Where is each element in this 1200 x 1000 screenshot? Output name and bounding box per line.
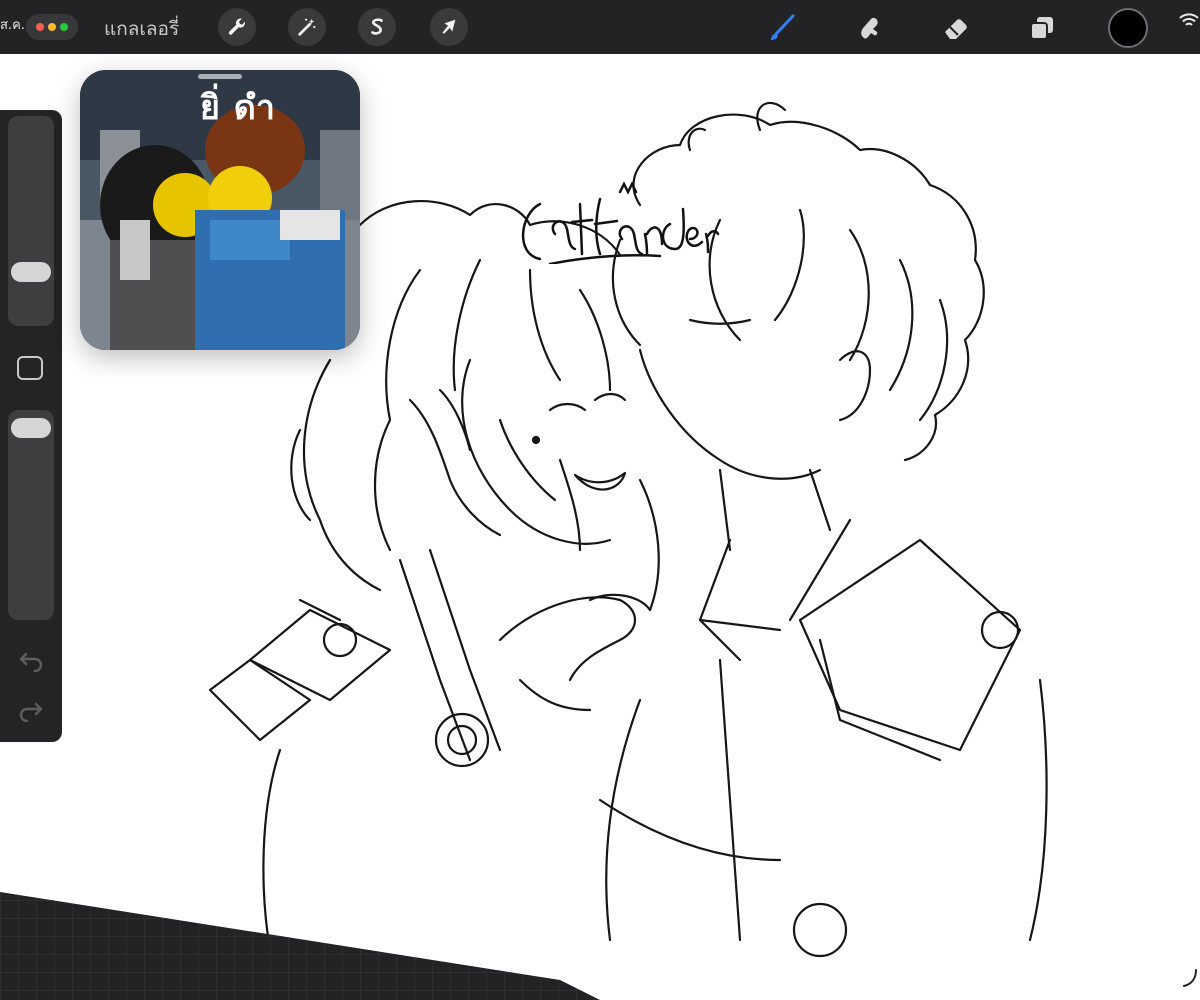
- arrow-cursor-icon: [442, 19, 456, 34]
- magic-wand-icon: [298, 18, 316, 36]
- reference-image-panel[interactable]: ยิ่ ดำ: [80, 70, 360, 350]
- sidebar-panel: [0, 110, 62, 742]
- eraser-icon: [945, 19, 967, 39]
- transform-button[interactable]: [430, 8, 468, 46]
- brush-size-knob[interactable]: [11, 262, 51, 282]
- actions-button[interactable]: [218, 8, 256, 46]
- brush-size-slider[interactable]: [8, 116, 54, 326]
- selection-s-icon: [371, 18, 383, 35]
- window-controls[interactable]: [26, 14, 78, 40]
- wrench-icon: [228, 18, 245, 35]
- color-picker-button[interactable]: [1108, 8, 1148, 48]
- redo-arrow-icon[interactable]: [18, 698, 44, 722]
- signature: [521, 181, 720, 264]
- status-time: ส.ค.: [0, 18, 25, 33]
- eraser-tool[interactable]: [938, 10, 974, 46]
- undo-arrow-icon[interactable]: [18, 648, 44, 672]
- top-toolbar: ส.ค. แกลเลอรี่: [0, 0, 1200, 54]
- opacity-knob[interactable]: [11, 418, 51, 438]
- selection-button[interactable]: [358, 8, 396, 46]
- reference-drag-handle[interactable]: [198, 74, 242, 79]
- adjustments-button[interactable]: [288, 8, 326, 46]
- brush-tool[interactable]: [764, 10, 800, 46]
- modify-button[interactable]: [17, 356, 43, 380]
- layers-icon: [1030, 17, 1053, 40]
- minimize-dot-icon[interactable]: [48, 23, 56, 31]
- close-dot-icon[interactable]: [36, 23, 44, 31]
- wifi-icon: [1179, 13, 1199, 26]
- layers-button[interactable]: [1024, 10, 1060, 46]
- smudge-tool[interactable]: [852, 10, 888, 46]
- zoom-dot-icon[interactable]: [60, 23, 68, 31]
- gallery-button[interactable]: แกลเลอรี่: [104, 14, 179, 44]
- reference-sign-text: ยิ่ ดำ: [200, 88, 276, 128]
- brush-icon: [771, 14, 795, 40]
- smudge-icon: [861, 17, 878, 39]
- corner-resize-icon[interactable]: [1180, 968, 1198, 988]
- opacity-slider[interactable]: [8, 410, 54, 620]
